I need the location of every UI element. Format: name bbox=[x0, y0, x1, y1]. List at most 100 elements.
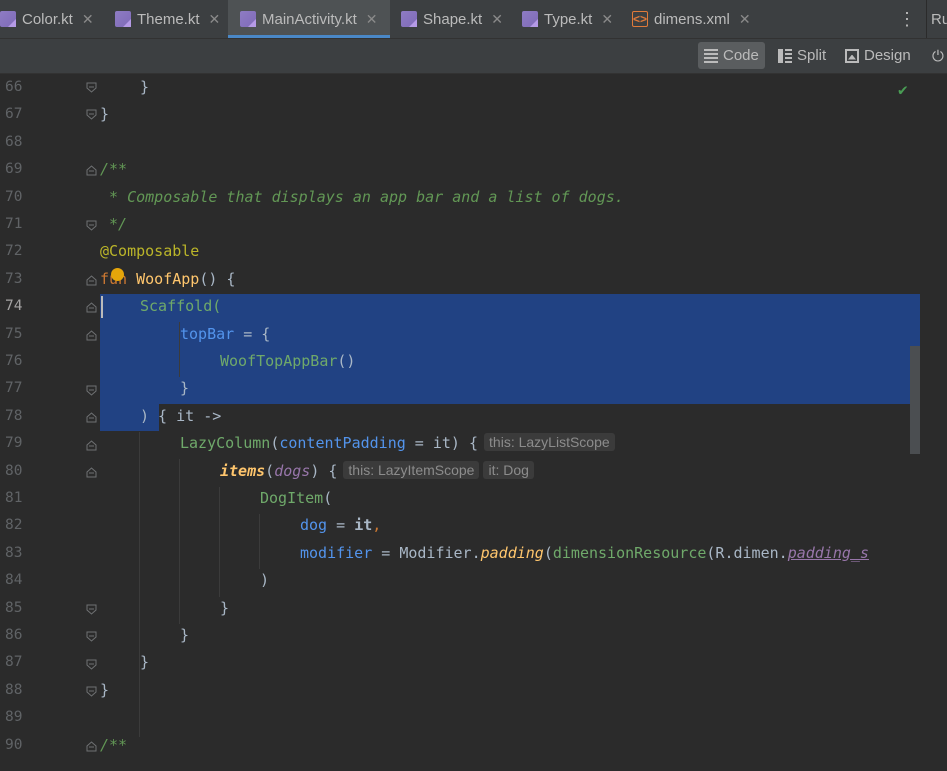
code-token: -> bbox=[194, 406, 222, 425]
tab-type-kt[interactable]: Type.kt ✕ bbox=[522, 0, 622, 38]
code-editor[interactable]: 66 } 67 } 68 69 /** 70 * Composable that… bbox=[0, 74, 947, 771]
doc-comment: * Composable that displays an app bar an… bbox=[100, 187, 624, 206]
code-text: topBar = { bbox=[180, 321, 270, 348]
close-icon[interactable]: ✕ bbox=[366, 11, 378, 28]
fold-start-icon[interactable] bbox=[86, 165, 97, 176]
code-text: dog = it, bbox=[300, 512, 381, 539]
tab-mainactivity-kt[interactable]: MainActivity.kt ✕ bbox=[228, 0, 390, 38]
code-text: } bbox=[220, 598, 230, 617]
composable-call: LazyColumn bbox=[180, 434, 271, 453]
fold-start-icon[interactable] bbox=[86, 440, 97, 451]
lightbulb-icon[interactable] bbox=[111, 268, 124, 281]
close-icon[interactable]: ✕ bbox=[209, 11, 221, 28]
annotation: @Composable bbox=[100, 242, 200, 261]
tab-theme-kt[interactable]: Theme.kt ✕ bbox=[115, 0, 227, 38]
code-line: 88 } bbox=[0, 677, 947, 704]
code-text: items(dogs) {this: LazyItemScope it: Dog bbox=[220, 458, 534, 485]
code-token: dogs bbox=[274, 461, 311, 480]
inlay-hint: this: LazyItemScope bbox=[343, 460, 480, 479]
code-token: () { bbox=[199, 269, 236, 288]
more-options-icon[interactable]: ⋮ bbox=[898, 0, 916, 38]
line-number: 85 bbox=[5, 599, 23, 616]
tab-dimens-xml[interactable]: <> dimens.xml ✕ bbox=[632, 0, 782, 38]
fold-end-icon[interactable] bbox=[86, 82, 97, 93]
line-number: 66 bbox=[5, 79, 23, 95]
composable-call: Scaffold bbox=[140, 297, 213, 316]
code-line: 67 } bbox=[0, 101, 947, 128]
close-icon[interactable]: ✕ bbox=[739, 11, 751, 28]
design-view-icon bbox=[845, 48, 859, 63]
split-view-button[interactable]: Split bbox=[772, 42, 832, 69]
code-text: } bbox=[140, 78, 150, 96]
tab-label: Type.kt bbox=[544, 10, 593, 28]
code-token: ( bbox=[270, 434, 280, 453]
fold-end-icon[interactable] bbox=[86, 220, 97, 231]
line-number: 79 bbox=[5, 435, 23, 452]
tab-shape-kt[interactable]: Shape.kt ✕ bbox=[401, 0, 511, 38]
extension-call: padding bbox=[480, 543, 544, 562]
doc-comment: /** bbox=[100, 160, 128, 179]
fold-end-icon[interactable] bbox=[86, 385, 97, 396]
fold-start-icon[interactable] bbox=[86, 275, 97, 286]
named-param: modifier bbox=[300, 543, 373, 562]
design-view-button[interactable]: Design bbox=[839, 42, 917, 69]
code-text: Scaffold( bbox=[140, 293, 221, 320]
fold-start-icon[interactable] bbox=[86, 330, 97, 341]
line-number: 68 bbox=[5, 133, 23, 150]
code-line: 66 } bbox=[0, 74, 947, 101]
line-number: 74 bbox=[5, 298, 23, 315]
code-line: 76 WoofTopAppBar() bbox=[0, 348, 947, 375]
code-line: 80 items(dogs) {this: LazyItemScope it: D… bbox=[0, 458, 947, 485]
line-number: 82 bbox=[5, 517, 23, 534]
line-number: 80 bbox=[5, 462, 23, 479]
line-number: 88 bbox=[5, 681, 23, 698]
close-icon[interactable]: ✕ bbox=[82, 11, 94, 28]
fold-end-icon[interactable] bbox=[86, 604, 97, 615]
fold-end-icon[interactable] bbox=[86, 109, 97, 120]
fold-end-icon[interactable] bbox=[86, 686, 97, 697]
fold-start-icon[interactable] bbox=[86, 467, 97, 478]
code-text: ) bbox=[260, 571, 270, 590]
line-number: 87 bbox=[5, 654, 23, 671]
code-line: 85 } bbox=[0, 595, 947, 622]
code-token: ( bbox=[265, 461, 275, 480]
line-number: 75 bbox=[5, 325, 23, 342]
kotlin-file-icon bbox=[522, 11, 538, 27]
power-icon[interactable]: ⏻ bbox=[932, 39, 944, 73]
code-text: WoofTopAppBar() bbox=[220, 348, 355, 375]
xml-file-icon: <> bbox=[632, 11, 648, 27]
fold-end-icon[interactable] bbox=[86, 631, 97, 642]
right-panel-label[interactable]: Ru bbox=[926, 0, 947, 38]
code-view-button[interactable]: Code bbox=[698, 42, 765, 69]
fold-start-icon[interactable] bbox=[86, 302, 97, 313]
code-view-label: Code bbox=[723, 47, 759, 64]
vertical-scrollbar-thumb[interactable] bbox=[910, 346, 920, 454]
code-line: 90 /** bbox=[0, 732, 947, 759]
close-icon[interactable]: ✕ bbox=[491, 11, 503, 28]
tab-label: dimens.xml bbox=[654, 10, 730, 28]
code-token: , bbox=[372, 516, 382, 535]
code-line: 75 topBar = { bbox=[0, 321, 947, 348]
composable-call: DogItem bbox=[260, 489, 324, 507]
line-number: 70 bbox=[5, 188, 23, 205]
code-line: 82 dog = it, bbox=[0, 512, 947, 539]
code-line: 84 ) bbox=[0, 567, 947, 594]
code-token: ( bbox=[212, 297, 222, 316]
split-view-label: Split bbox=[797, 47, 827, 64]
editor-tab-bar: Color.kt ✕ Theme.kt ✕ MainActivity.kt ✕ … bbox=[0, 0, 947, 39]
tab-color-kt[interactable]: Color.kt ✕ bbox=[0, 0, 104, 38]
line-number: 69 bbox=[5, 161, 23, 178]
fold-start-icon[interactable] bbox=[86, 412, 97, 423]
split-view-icon bbox=[778, 48, 792, 63]
text-caret bbox=[101, 296, 103, 318]
fold-end-icon[interactable] bbox=[86, 659, 97, 670]
doc-comment: */ bbox=[100, 215, 128, 233]
it-token: it bbox=[176, 406, 195, 425]
resource-property: padding_s bbox=[787, 543, 869, 562]
close-icon[interactable]: ✕ bbox=[601, 11, 613, 28]
kotlin-file-icon bbox=[240, 11, 256, 27]
fold-start-icon[interactable] bbox=[86, 741, 97, 752]
named-param: contentPadding bbox=[279, 434, 406, 453]
code-text: DogItem( bbox=[260, 485, 332, 512]
no-problems-check-icon[interactable]: ✔ bbox=[898, 80, 908, 99]
